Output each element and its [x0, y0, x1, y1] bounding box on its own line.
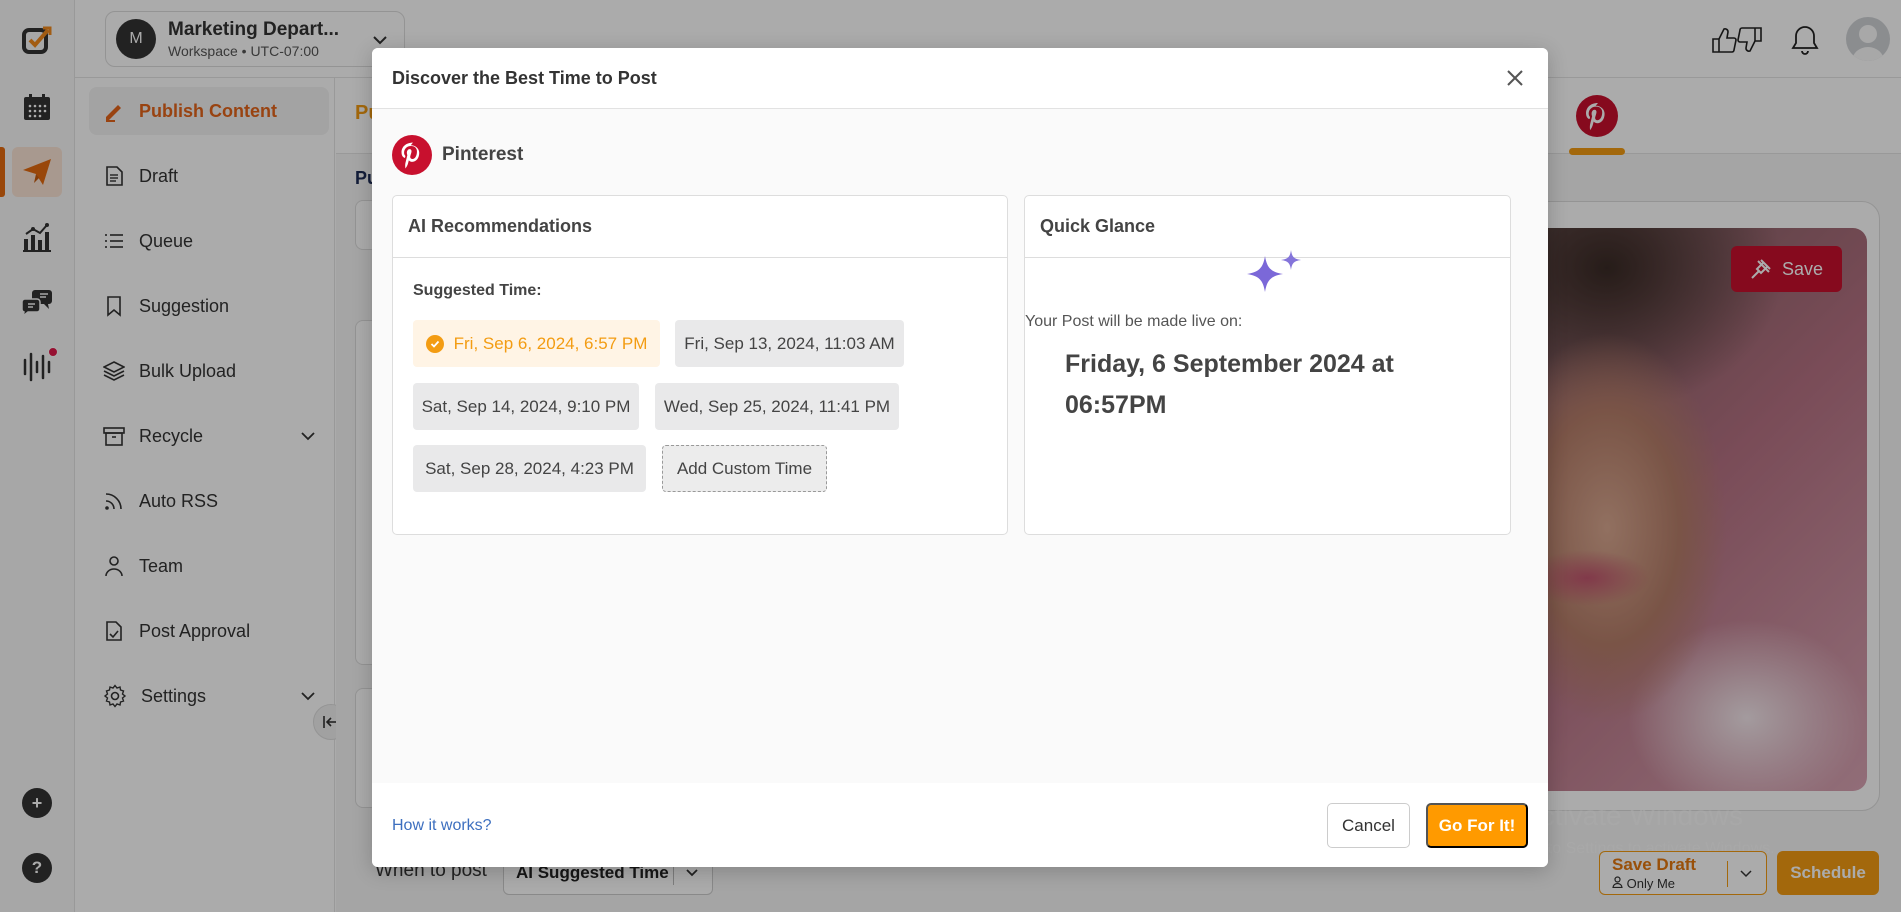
cancel-button[interactable]: Cancel [1327, 803, 1410, 848]
modal-title: Discover the Best Time to Post [392, 68, 657, 88]
time-chip[interactable]: Sat, Sep 14, 2024, 9:10 PM [413, 383, 639, 430]
ai-recommendations-title: AI Recommendations [393, 196, 1007, 258]
quick-glance-subtitle: Your Post will be made live on: [1025, 313, 1243, 330]
close-icon[interactable] [1504, 67, 1526, 89]
platform-name: Pinterest [442, 144, 524, 165]
scheduled-date: Friday, 6 September 2024 at 06:57PM [1065, 350, 1394, 419]
pinterest-icon [392, 135, 432, 175]
modal-footer: How it works? Cancel Go For It! [372, 783, 1548, 867]
modal-header: Discover the Best Time to Post [372, 48, 1548, 109]
how-it-works-link[interactable]: How it works? [392, 817, 492, 835]
suggested-time-label: Suggested Time: [413, 282, 542, 299]
platform-label: Pinterest [392, 135, 523, 175]
ai-sparkle-icon [1247, 250, 1301, 292]
best-time-modal: Discover the Best Time to Post Pinterest… [372, 48, 1548, 867]
time-chip[interactable]: Fri, Sep 13, 2024, 11:03 AM [675, 320, 904, 367]
time-chip[interactable]: Wed, Sep 25, 2024, 11:41 PM [655, 383, 899, 430]
go-for-it-button[interactable]: Go For It! [1426, 803, 1528, 848]
quick-glance-card: Quick Glance Your Post will be made live… [1024, 195, 1511, 535]
check-circle-icon [425, 334, 444, 353]
add-custom-time-button[interactable]: Add Custom Time [662, 445, 827, 492]
time-chip-selected[interactable]: Fri, Sep 6, 2024, 6:57 PM [413, 320, 660, 367]
time-chip[interactable]: Sat, Sep 28, 2024, 4:23 PM [413, 445, 646, 492]
ai-recommendations-card: AI Recommendations Suggested Time: Fri, … [392, 195, 1008, 535]
